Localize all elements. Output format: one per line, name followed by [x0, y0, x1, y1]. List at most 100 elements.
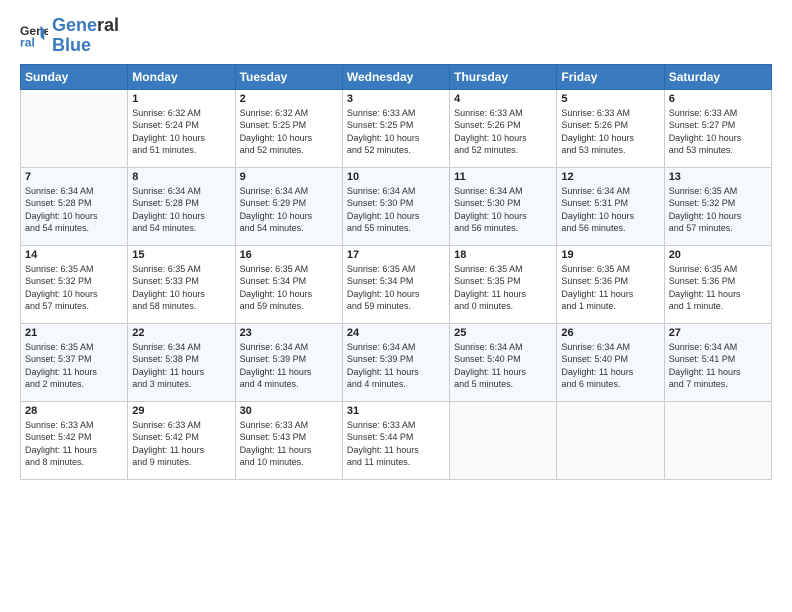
day-number: 25 [454, 327, 552, 339]
day-info: Sunrise: 6:34 AM Sunset: 5:29 PM Dayligh… [240, 185, 338, 235]
header-row: SundayMondayTuesdayWednesdayThursdayFrid… [21, 64, 772, 89]
day-number: 23 [240, 327, 338, 339]
day-number: 27 [669, 327, 767, 339]
calendar-cell: 20Sunrise: 6:35 AM Sunset: 5:36 PM Dayli… [664, 245, 771, 323]
calendar-cell: 31 Sunrise: 6:33 AM Sunset: 5:44 PM Dayli… [342, 401, 449, 479]
day-number: 11 [454, 171, 552, 183]
calendar-cell: 28 Sunrise: 6:33 AM Sunset: 5:42 PM Dayli… [21, 401, 128, 479]
day-number: 30 [240, 405, 338, 417]
day-info: Sunrise: 6:35 AM Sunset: 5:32 PM Dayligh… [25, 263, 123, 313]
calendar-cell: 8 Sunrise: 6:34 AM Sunset: 5:28 PM Daylig… [128, 167, 235, 245]
calendar-cell [557, 401, 664, 479]
column-header-monday: Monday [128, 64, 235, 89]
calendar-cell: 14 Sunrise: 6:35 AM Sunset: 5:32 PM Dayli… [21, 245, 128, 323]
day-info: Sunrise: 6:34 AM Sunset: 5:40 PM Dayligh… [561, 341, 659, 391]
day-info: Sunrise: 6:35 AM Sunset: 5:32 PM Dayligh… [669, 185, 767, 235]
day-info: Sunrise: 6:35 AM Sunset: 5:34 PM Dayligh… [347, 263, 445, 313]
calendar-cell: 25 Sunrise: 6:34 AM Sunset: 5:40 PM Dayli… [450, 323, 557, 401]
day-number: 17 [347, 249, 445, 261]
day-info: Sunrise: 6:35 AM Sunset: 5:34 PM Dayligh… [240, 263, 338, 313]
day-number: 16 [240, 249, 338, 261]
calendar-cell [664, 401, 771, 479]
week-row-1: 1Sunrise: 6:32 AM Sunset: 5:24 PM Daylig… [21, 89, 772, 167]
day-number: 10 [347, 171, 445, 183]
day-info: Sunrise: 6:34 AM Sunset: 5:28 PM Dayligh… [25, 185, 123, 235]
day-info: Sunrise: 6:34 AM Sunset: 5:31 PM Dayligh… [561, 185, 659, 235]
calendar-cell [21, 89, 128, 167]
calendar-cell [450, 401, 557, 479]
calendar-cell: 16 Sunrise: 6:35 AM Sunset: 5:34 PM Dayli… [235, 245, 342, 323]
day-number: 18 [454, 249, 552, 261]
column-header-saturday: Saturday [664, 64, 771, 89]
calendar-cell: 18 Sunrise: 6:35 AM Sunset: 5:35 PM Dayli… [450, 245, 557, 323]
week-row-3: 14 Sunrise: 6:35 AM Sunset: 5:32 PM Dayli… [21, 245, 772, 323]
logo-blue-text: Blue [52, 35, 91, 55]
column-header-friday: Friday [557, 64, 664, 89]
column-header-tuesday: Tuesday [235, 64, 342, 89]
calendar-cell: 9 Sunrise: 6:34 AM Sunset: 5:29 PM Daylig… [235, 167, 342, 245]
day-number: 21 [25, 327, 123, 339]
calendar-cell: 24Sunrise: 6:34 AM Sunset: 5:39 PM Dayli… [342, 323, 449, 401]
calendar-cell: 1Sunrise: 6:32 AM Sunset: 5:24 PM Daylig… [128, 89, 235, 167]
calendar-table: SundayMondayTuesdayWednesdayThursdayFrid… [20, 64, 772, 480]
day-number: 14 [25, 249, 123, 261]
column-header-sunday: Sunday [21, 64, 128, 89]
calendar-cell: 30Sunrise: 6:33 AM Sunset: 5:43 PM Dayli… [235, 401, 342, 479]
day-info: Sunrise: 6:34 AM Sunset: 5:30 PM Dayligh… [454, 185, 552, 235]
week-row-5: 28 Sunrise: 6:33 AM Sunset: 5:42 PM Dayli… [21, 401, 772, 479]
day-number: 29 [132, 405, 230, 417]
calendar-cell: 13 Sunrise: 6:35 AM Sunset: 5:32 PM Dayli… [664, 167, 771, 245]
calendar-cell: 29 Sunrise: 6:33 AM Sunset: 5:42 PM Dayli… [128, 401, 235, 479]
svg-text:ral: ral [20, 35, 35, 49]
day-number: 26 [561, 327, 659, 339]
day-info: Sunrise: 6:33 AM Sunset: 5:44 PM Dayligh… [347, 419, 445, 469]
day-number: 8 [132, 171, 230, 183]
day-info: Sunrise: 6:35 AM Sunset: 5:35 PM Dayligh… [454, 263, 552, 313]
day-info: Sunrise: 6:35 AM Sunset: 5:36 PM Dayligh… [561, 263, 659, 313]
day-number: 31 [347, 405, 445, 417]
day-number: 15 [132, 249, 230, 261]
day-number: 3 [347, 93, 445, 105]
day-info: Sunrise: 6:34 AM Sunset: 5:40 PM Dayligh… [454, 341, 552, 391]
header-area: Gene ral GeneralBlue [20, 16, 772, 56]
calendar-cell: 15 Sunrise: 6:35 AM Sunset: 5:33 PM Dayli… [128, 245, 235, 323]
calendar-cell: 10 Sunrise: 6:34 AM Sunset: 5:30 PM Dayli… [342, 167, 449, 245]
calendar-cell: 26 Sunrise: 6:34 AM Sunset: 5:40 PM Dayli… [557, 323, 664, 401]
calendar-cell: 22Sunrise: 6:34 AM Sunset: 5:38 PM Dayli… [128, 323, 235, 401]
day-number: 24 [347, 327, 445, 339]
calendar-cell: 21 Sunrise: 6:35 AM Sunset: 5:37 PM Dayli… [21, 323, 128, 401]
day-number: 12 [561, 171, 659, 183]
calendar-cell: 12 Sunrise: 6:34 AM Sunset: 5:31 PM Dayli… [557, 167, 664, 245]
day-info: Sunrise: 6:35 AM Sunset: 5:33 PM Dayligh… [132, 263, 230, 313]
day-info: Sunrise: 6:33 AM Sunset: 5:26 PM Dayligh… [561, 107, 659, 157]
day-number: 9 [240, 171, 338, 183]
day-number: 13 [669, 171, 767, 183]
week-row-2: 7 Sunrise: 6:34 AM Sunset: 5:28 PM Daylig… [21, 167, 772, 245]
logo-text: GeneralBlue [52, 16, 119, 56]
calendar-cell: 4 Sunrise: 6:33 AM Sunset: 5:26 PM Daylig… [450, 89, 557, 167]
day-info: Sunrise: 6:35 AM Sunset: 5:37 PM Dayligh… [25, 341, 123, 391]
day-number: 1 [132, 93, 230, 105]
day-info: Sunrise: 6:34 AM Sunset: 5:30 PM Dayligh… [347, 185, 445, 235]
logo-icon: Gene ral [20, 22, 48, 50]
day-info: Sunrise: 6:33 AM Sunset: 5:26 PM Dayligh… [454, 107, 552, 157]
day-info: Sunrise: 6:33 AM Sunset: 5:25 PM Dayligh… [347, 107, 445, 157]
day-info: Sunrise: 6:33 AM Sunset: 5:27 PM Dayligh… [669, 107, 767, 157]
day-number: 4 [454, 93, 552, 105]
calendar-cell: 3 Sunrise: 6:33 AM Sunset: 5:25 PM Daylig… [342, 89, 449, 167]
day-info: Sunrise: 6:34 AM Sunset: 5:39 PM Dayligh… [240, 341, 338, 391]
day-info: Sunrise: 6:35 AM Sunset: 5:36 PM Dayligh… [669, 263, 767, 313]
calendar-cell: 27 Sunrise: 6:34 AM Sunset: 5:41 PM Dayli… [664, 323, 771, 401]
day-info: Sunrise: 6:32 AM Sunset: 5:25 PM Dayligh… [240, 107, 338, 157]
day-number: 7 [25, 171, 123, 183]
day-number: 28 [25, 405, 123, 417]
day-info: Sunrise: 6:34 AM Sunset: 5:28 PM Dayligh… [132, 185, 230, 235]
calendar-page: Gene ral GeneralBlue SundayMondayTuesday… [0, 0, 792, 612]
day-number: 6 [669, 93, 767, 105]
column-header-wednesday: Wednesday [342, 64, 449, 89]
day-info: Sunrise: 6:33 AM Sunset: 5:42 PM Dayligh… [25, 419, 123, 469]
day-info: Sunrise: 6:33 AM Sunset: 5:42 PM Dayligh… [132, 419, 230, 469]
week-row-4: 21 Sunrise: 6:35 AM Sunset: 5:37 PM Dayli… [21, 323, 772, 401]
calendar-cell: 19Sunrise: 6:35 AM Sunset: 5:36 PM Dayli… [557, 245, 664, 323]
day-info: Sunrise: 6:34 AM Sunset: 5:41 PM Dayligh… [669, 341, 767, 391]
